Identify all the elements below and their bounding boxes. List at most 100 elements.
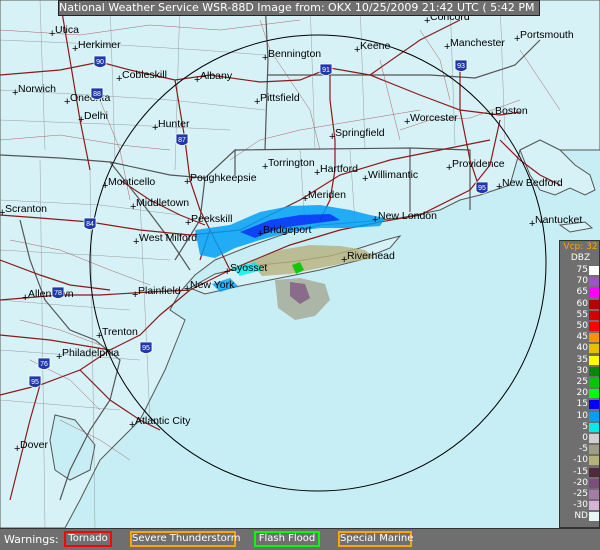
legend-entry-label: 65 <box>576 287 588 298</box>
legend-entry: 50 <box>561 321 600 332</box>
interstate-shield-label: 95 <box>478 185 486 192</box>
legend-swatch <box>589 512 599 522</box>
legend-entry: -5 <box>561 444 600 455</box>
legend-swatch <box>589 490 599 499</box>
legend-swatch <box>589 277 599 287</box>
legend-entry-label: 70 <box>576 276 588 287</box>
legend-entry: 0 <box>561 433 600 444</box>
city-label: Trenton <box>102 326 138 338</box>
city-label: Bennington <box>268 48 321 60</box>
legend-entry-label: 30 <box>576 365 588 376</box>
interstate-shield-label: 93 <box>457 63 465 70</box>
legend-swatch <box>589 333 599 343</box>
legend-entry: -30 <box>561 500 600 511</box>
legend-entry-label: 20 <box>576 388 588 399</box>
city-label: Middletown <box>136 197 189 209</box>
legend-entry-label: 75 <box>576 265 588 275</box>
legend-entry: 75 <box>561 265 600 276</box>
city-label: Portsmouth <box>520 29 574 41</box>
interstate-shield-icon: 95 <box>139 341 153 354</box>
city-label: Norwich <box>18 83 56 95</box>
city-label: Hartford <box>320 163 358 175</box>
city-label: Atlantic City <box>135 415 191 427</box>
legend-swatch <box>589 456 599 466</box>
legend-entry: -20 <box>561 478 600 489</box>
legend-swatch <box>589 400 599 410</box>
legend-swatch <box>589 389 599 399</box>
warning-severe-thunderstorm-button[interactable]: Severe Thunderstorm <box>130 531 240 547</box>
legend-entry: -10 <box>561 455 600 466</box>
legend-swatch <box>589 434 599 443</box>
interstate-shield-label: 88 <box>93 91 101 98</box>
city-label: Poughkeepsie <box>190 172 257 184</box>
city-label: New London <box>378 210 437 222</box>
interstate-shield-icon: 95 <box>475 181 489 194</box>
interstate-shield-label: 90 <box>96 59 104 66</box>
radar-map: + Utica+ Herkimer+ Concord+ Portsmouth+ Manch… <box>0 0 600 550</box>
legend-entry: -15 <box>561 467 600 478</box>
interstate-shield-label: 84 <box>86 221 94 228</box>
legend-entry-label: -15 <box>573 466 588 477</box>
legend-entry-label: 5 <box>582 421 588 432</box>
warning-flash-flood-button[interactable]: Flash Flood <box>254 531 320 547</box>
interstate-shield-label: 87 <box>178 137 186 144</box>
legend-entry-label: 35 <box>576 354 588 365</box>
reflectivity-legend: Vcp: 32 DBZ 75 70 65 60 55 50 45 40 35 30 25 20 15 10… <box>559 240 600 528</box>
city-label: Springfield <box>335 127 385 139</box>
legend-entry-label: 50 <box>576 321 588 331</box>
interstate-shield-icon: 76 <box>37 357 51 370</box>
city-label: Pittsfield <box>260 92 300 104</box>
interstate-shield-icon: 88 <box>90 87 104 100</box>
legend-swatch <box>589 422 599 432</box>
city-label: Manchester <box>450 37 505 49</box>
legend-entry-label: -10 <box>573 455 588 466</box>
city-label: Allentown <box>28 288 74 300</box>
legend-entry-label: 45 <box>576 332 588 343</box>
interstate-shield-icon: 87 <box>175 133 189 146</box>
legend-entry: ND <box>561 511 600 522</box>
legend-swatch <box>589 299 599 309</box>
legend-entry: 55 <box>561 310 600 321</box>
legend-swatch <box>589 378 599 387</box>
radar-viewer: + Utica + Herkimer + Concord + Portsmouth + Manch… <box>0 0 600 550</box>
warning-special-marine-button[interactable]: Special Marine <box>338 531 413 547</box>
legend-vcp: Vcp: 32 <box>563 242 598 252</box>
legend-entry-label: 25 <box>576 377 588 387</box>
legend-entry-label: -25 <box>573 489 588 499</box>
city-label: Delhi <box>84 110 108 122</box>
legend-entry: 35 <box>561 355 600 366</box>
interstate-shield-icon: 84 <box>83 217 97 230</box>
city-label: Herkimer <box>78 39 121 51</box>
city-label: Hunter <box>158 118 190 130</box>
legend-entry: 45 <box>561 332 600 343</box>
warnings-bar: Warnings: Tornado Severe Thunderstorm Fl… <box>0 528 600 550</box>
legend-entry: 25 <box>561 377 600 388</box>
city-label: Scranton <box>5 203 47 215</box>
warnings-label: Warnings: <box>4 533 59 546</box>
city-label: West Milford <box>139 232 197 244</box>
legend-entry: -25 <box>561 489 600 500</box>
city-label: Monticello <box>108 176 155 188</box>
legend-entry-label: 55 <box>576 309 588 320</box>
city-label: Torrington <box>268 157 315 169</box>
interstate-shield-label: 78 <box>54 290 62 297</box>
legend-swatch <box>589 366 599 376</box>
city-label: Willimantic <box>368 169 418 181</box>
interstate-shield-icon: 95 <box>28 375 42 388</box>
legend-entry: 5 <box>561 422 600 433</box>
legend-entry-label: -5 <box>579 444 588 455</box>
radar-title: National Weather Service WSR-88D Image f… <box>58 0 540 16</box>
warning-tornado-button[interactable]: Tornado <box>64 531 112 547</box>
interstate-shield-icon: 93 <box>454 59 468 72</box>
city-label: Peekskill <box>191 213 232 225</box>
legend-entry: 20 <box>561 388 600 399</box>
legend-swatch <box>589 355 599 365</box>
city-label: Philadelphia <box>62 347 119 359</box>
legend-entry: 65 <box>561 287 600 298</box>
city-label: Cobleskill <box>122 69 167 81</box>
city-label: New Bedford <box>502 177 563 189</box>
city-label: Meriden <box>308 189 346 201</box>
interstate-shield-label: 76 <box>40 361 48 368</box>
legend-swatch <box>589 478 599 488</box>
legend-entry: 40 <box>561 343 600 354</box>
